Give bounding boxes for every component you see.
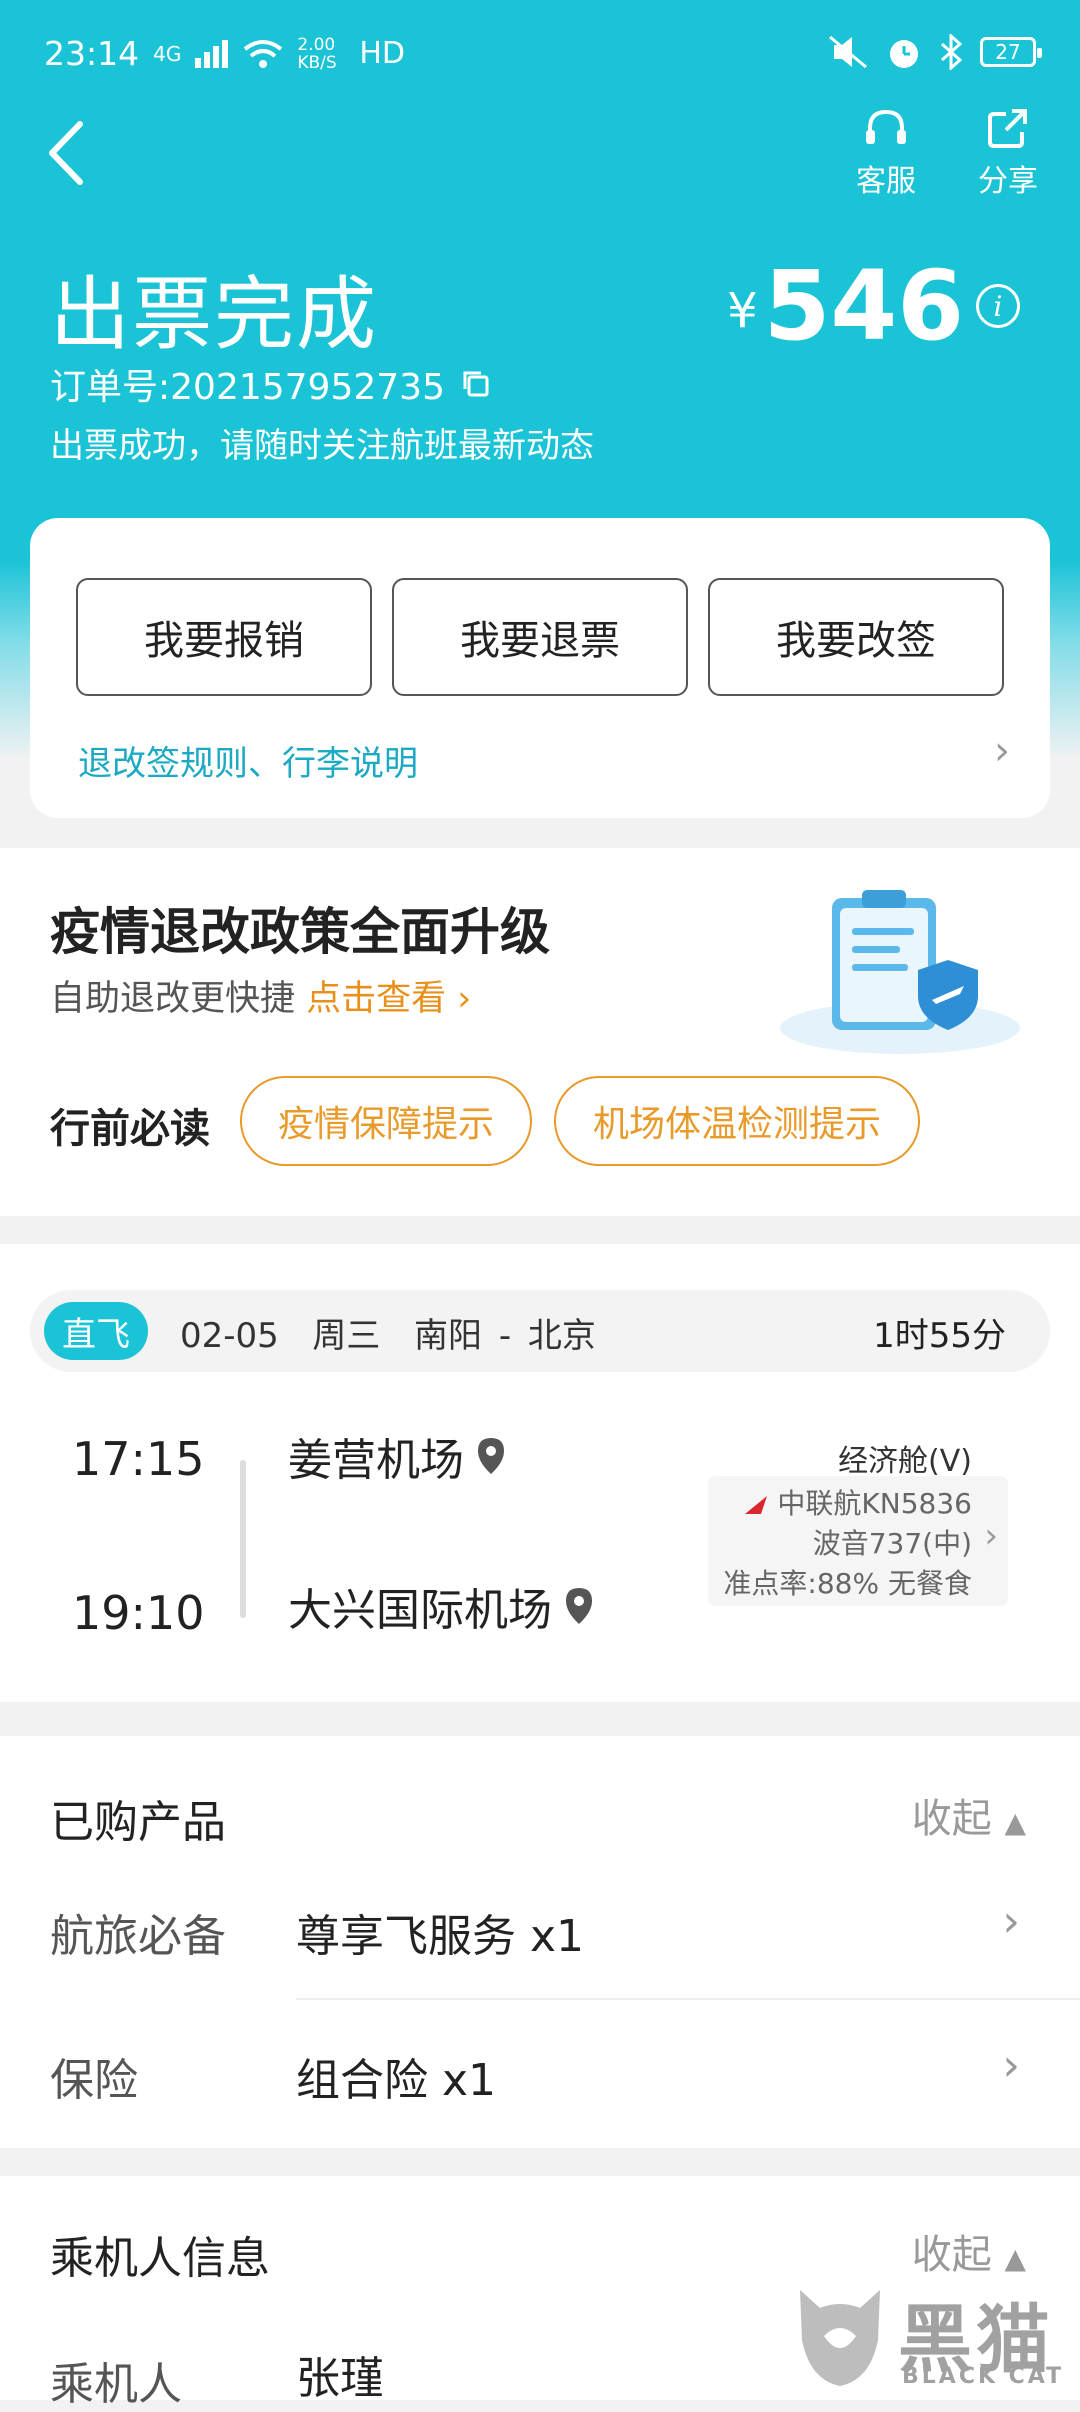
watermark: 黑猫 BLACK CAT	[790, 2280, 1070, 2390]
price: ¥ 546 i	[727, 250, 1020, 362]
customer-service-button[interactable]: 客服	[836, 106, 936, 200]
arrival-airport[interactable]: 大兴国际机场	[288, 1574, 594, 1638]
product-row-label: 保险	[50, 2055, 138, 2106]
order-number-text: 订单号:202157952735	[50, 367, 445, 408]
location-pin-icon	[566, 1588, 592, 1624]
alarm-icon	[890, 40, 918, 68]
airline-logo-icon	[744, 1496, 767, 1514]
cat-logo-icon	[800, 2290, 880, 2386]
reimburse-button[interactable]: 我要报销	[76, 578, 372, 696]
currency-symbol: ¥	[727, 283, 758, 339]
view-policy-link[interactable]: 点击查看 ›	[306, 979, 471, 1019]
status-bar: 23:14 4G 2.00 KB/S HD 27	[44, 28, 1042, 84]
passenger-title: 乘机人信息	[50, 2233, 270, 2284]
network-type: 4G	[153, 41, 182, 66]
passenger-collapse-button[interactable]: 收起 ▲	[912, 2222, 1026, 2280]
clipboard-shield-icon	[780, 890, 1020, 1054]
temperature-check-tip-button[interactable]: 机场体温检测提示	[554, 1076, 920, 1166]
battery-icon: 27	[980, 37, 1042, 67]
hd-indicator: HD	[359, 36, 406, 71]
watermark-subtext: BLACK CAT	[902, 2364, 1065, 2389]
order-number: 订单号:202157952735	[50, 358, 491, 410]
flight-detail-box[interactable]: 中联航KN5836 波音737(中) 准点率:88% 无餐食 ›	[708, 1476, 1008, 1606]
aircraft-type: 波音737(中)	[812, 1527, 972, 1560]
policy-sub-label: 自助退改更快捷	[50, 979, 296, 1019]
flight-number: 中联航KN5836	[777, 1487, 972, 1520]
punctuality-meal: 准点率:88% 无餐食	[723, 1567, 972, 1600]
flight-duration: 1时55分	[873, 1316, 1006, 1356]
row-divider	[296, 1998, 1080, 2000]
triangle-up-icon: ▲	[1004, 1806, 1026, 1839]
flight-summary-bar: 直飞 02-05 周三 南阳 - 北京 1时55分	[30, 1290, 1050, 1372]
policy-heading: 疫情退改政策全面升级	[50, 903, 550, 961]
share-icon	[988, 109, 1027, 148]
chevron-right-icon: ›	[984, 1516, 998, 1556]
share-label: 分享	[978, 164, 1038, 199]
page-title: 出票完成	[50, 268, 378, 361]
headset-icon	[866, 109, 906, 144]
departure-time: 17:15	[72, 1432, 205, 1486]
flight-route: 02-05 周三 南阳 - 北京	[180, 1316, 596, 1356]
products-collapse-button[interactable]: 收起 ▲	[912, 1786, 1026, 1844]
price-value: 546	[763, 250, 964, 362]
location-pin-icon	[478, 1438, 504, 1474]
passenger-label: 乘机人	[50, 2359, 182, 2410]
product-row-label: 航旅必备	[50, 1911, 226, 1962]
refund-button[interactable]: 我要退票	[392, 578, 688, 696]
copy-icon[interactable]	[461, 369, 491, 399]
customer-service-label: 客服	[856, 164, 916, 199]
chevron-right-icon[interactable]: ›	[1002, 1896, 1020, 1947]
epidemic-tip-button[interactable]: 疫情保障提示	[240, 1076, 532, 1166]
change-ticket-button[interactable]: 我要改签	[708, 578, 1004, 696]
must-read-label: 行前必读	[50, 1106, 210, 1152]
mute-icon	[829, 35, 867, 69]
chevron-right-icon[interactable]: ›	[1002, 2040, 1020, 2091]
wifi-icon	[244, 39, 283, 68]
policy-subtext: 自助退改更快捷 点击查看 ›	[50, 970, 471, 1021]
products-title: 已购产品	[50, 1797, 226, 1848]
departure-airport[interactable]: 姜营机场	[288, 1424, 506, 1488]
network-speed: 2.00 KB/S	[297, 34, 337, 73]
price-info-icon[interactable]: i	[976, 284, 1020, 328]
triangle-up-icon: ▲	[1004, 2242, 1026, 2275]
flight-timeline	[240, 1460, 246, 1618]
product-row-value[interactable]: 组合险 x1	[296, 2044, 496, 2108]
cabin-class: 经济舱(V)	[838, 1444, 972, 1479]
direct-flight-tag: 直飞	[44, 1302, 148, 1360]
purchased-products-section: 已购产品 收起 ▲ 航旅必备 尊享飞服务 x1 › 保险 组合险 x1 ›	[0, 1736, 1080, 2148]
product-row-value[interactable]: 尊享飞服务 x1	[296, 1900, 584, 1964]
signal-icon	[195, 39, 229, 68]
flight-section: 直飞 02-05 周三 南阳 - 北京 1时55分 17:15 19:10 姜营…	[0, 1244, 1080, 1702]
share-button[interactable]: 分享	[958, 106, 1058, 200]
back-arrow-icon[interactable]	[44, 118, 104, 188]
policy-section: 疫情退改政策全面升级 自助退改更快捷 点击查看 › 行前必读 疫情保障提示 机场…	[0, 848, 1080, 1216]
status-message: 出票成功，请随时关注航班最新动态	[50, 426, 594, 466]
action-card: 我要报销 我要退票 我要改签 退改签规则、行李说明 ›	[30, 518, 1050, 818]
rules-link[interactable]: 退改签规则、行李说明	[78, 736, 418, 785]
status-time: 23:14	[44, 34, 140, 73]
arrival-time: 19:10	[72, 1586, 205, 1640]
chevron-right-icon[interactable]: ›	[994, 728, 1010, 774]
bluetooth-icon	[941, 34, 962, 70]
passenger-name: 张瑾	[296, 2353, 384, 2404]
